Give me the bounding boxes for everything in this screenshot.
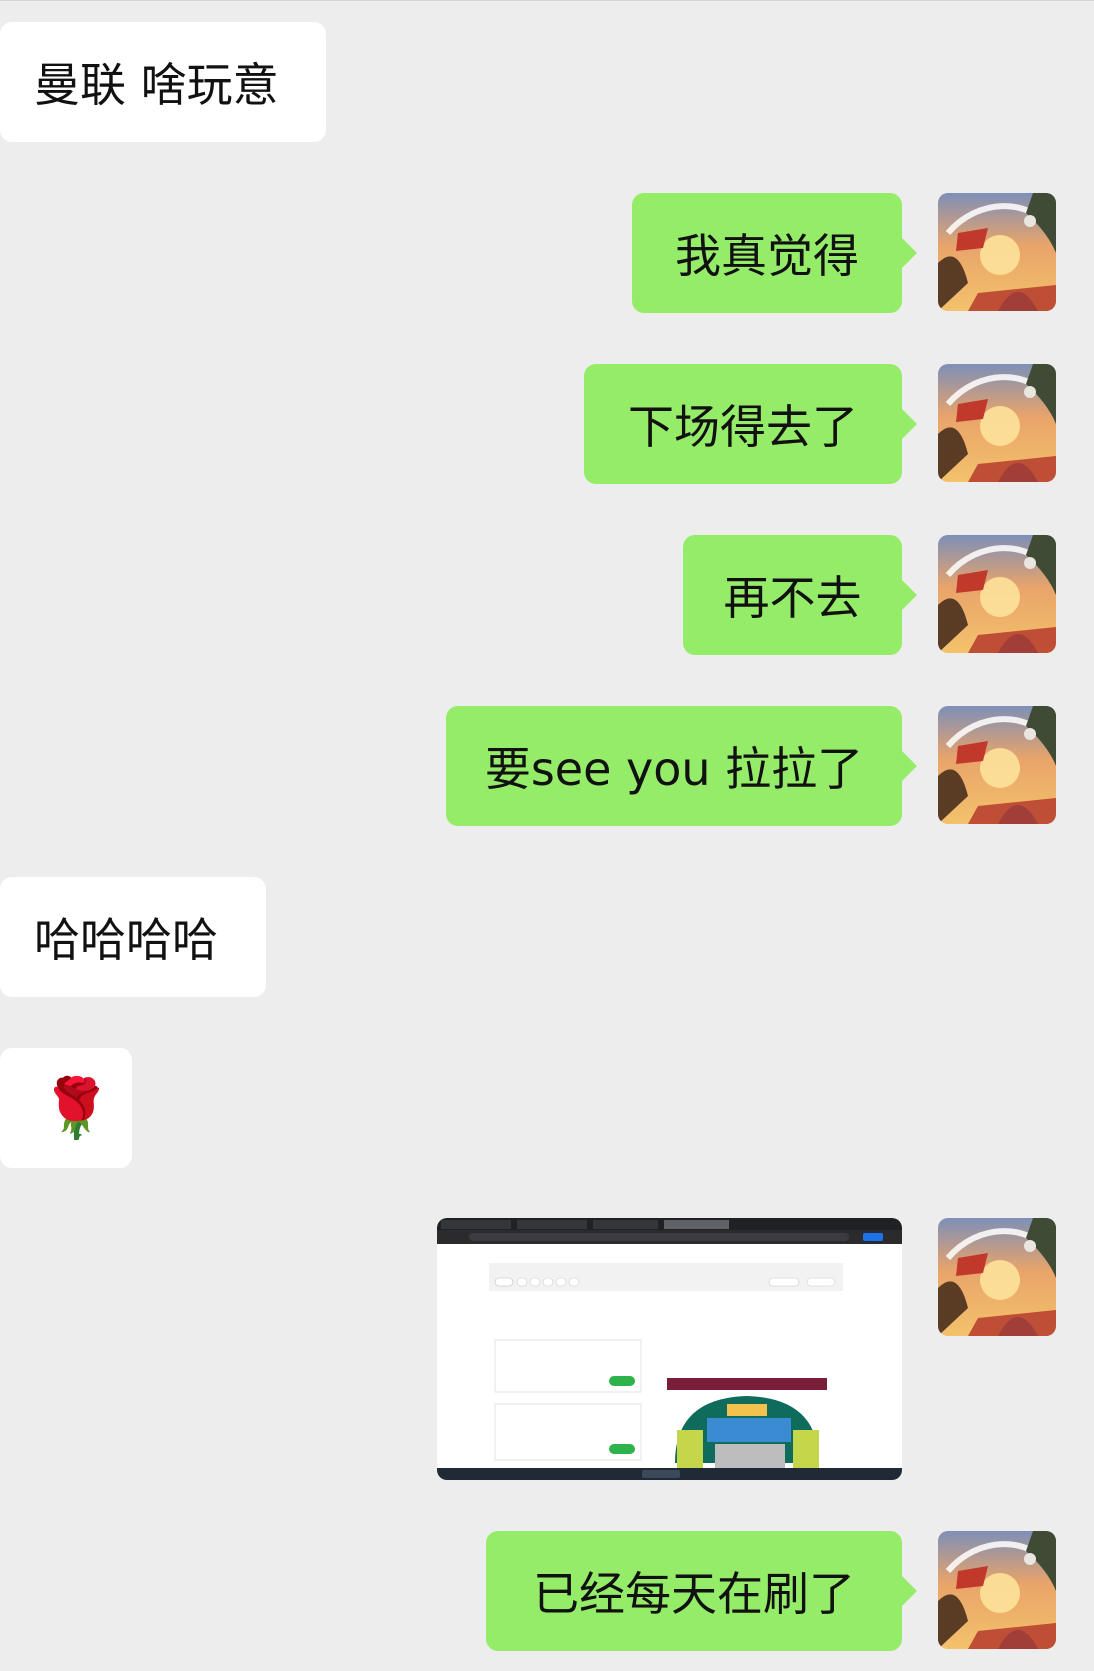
outgoing-message-bubble[interactable]: 要see you 拉拉了 — [446, 706, 917, 826]
outgoing-message-bubble[interactable]: 我真觉得 — [632, 193, 917, 313]
avatar[interactable] — [938, 706, 1056, 824]
message-text: 再不去 — [723, 571, 862, 625]
message-text: 哈哈哈哈 — [34, 913, 218, 967]
sunset-adventure-avatar-icon — [938, 364, 1056, 482]
sunset-adventure-avatar-icon — [938, 193, 1056, 311]
message-text: 下场得去了 — [628, 400, 858, 454]
outgoing-message-bubble[interactable]: 再不去 — [683, 535, 917, 655]
message-text: 已经每天在刷了 — [533, 1567, 855, 1621]
message-text: 曼联 啥玩意 — [34, 58, 279, 112]
sunset-adventure-avatar-icon — [938, 706, 1056, 824]
ticket-site-screenshot-image — [437, 1218, 902, 1480]
avatar[interactable] — [938, 364, 1056, 482]
avatar[interactable] — [938, 1531, 1056, 1649]
incoming-message-bubble[interactable]: 曼联 啥玩意 — [0, 22, 326, 142]
sunset-adventure-avatar-icon — [938, 1531, 1056, 1649]
incoming-message-bubble[interactable]: 🌹 — [0, 1048, 132, 1168]
incoming-message-bubble[interactable]: 哈哈哈哈 — [0, 877, 266, 997]
message-text: 要see you 拉拉了 — [484, 742, 864, 796]
top-divider — [0, 0, 1094, 1]
screenshot-image-message[interactable] — [437, 1218, 902, 1480]
sunset-adventure-avatar-icon — [938, 1218, 1056, 1336]
avatar[interactable] — [938, 1218, 1056, 1336]
avatar[interactable] — [938, 193, 1056, 311]
rose-icon: 🌹 — [40, 1074, 113, 1142]
outgoing-message-bubble[interactable]: 已经每天在刷了 — [486, 1531, 917, 1651]
sunset-adventure-avatar-icon — [938, 535, 1056, 653]
message-text: 我真觉得 — [675, 229, 859, 283]
outgoing-message-bubble[interactable]: 下场得去了 — [584, 364, 917, 484]
avatar[interactable] — [938, 535, 1056, 653]
